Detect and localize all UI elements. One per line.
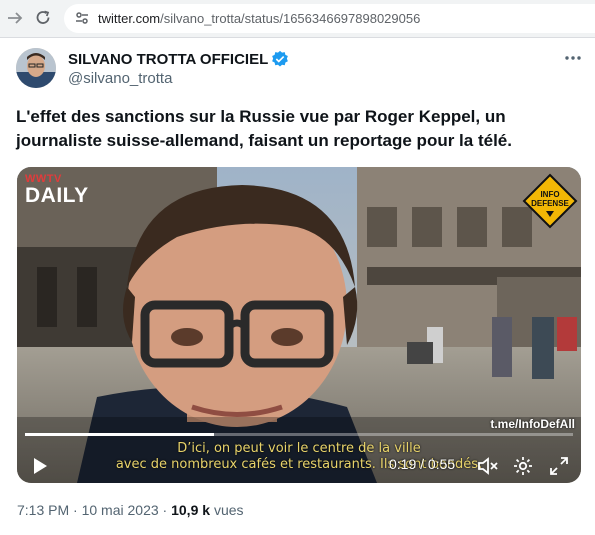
more-icon[interactable] <box>562 51 584 65</box>
browser-toolbar: twitter.com/silvano_trotta/status/165634… <box>0 0 595 38</box>
avatar[interactable] <box>16 48 56 88</box>
play-icon[interactable] <box>29 455 51 477</box>
verified-badge-icon <box>272 50 289 67</box>
meta-separator: · <box>162 502 168 518</box>
muted-speaker-icon[interactable] <box>477 455 499 477</box>
time-display: 0:19 / 0:55 <box>389 456 455 472</box>
progress-bar[interactable] <box>25 433 573 436</box>
fullscreen-icon[interactable] <box>548 455 570 477</box>
progress-fill <box>25 433 215 436</box>
arrow-right-icon[interactable] <box>4 7 26 29</box>
reload-icon[interactable] <box>32 7 54 29</box>
info-defense-badge: INFO DEFENSE <box>522 173 578 229</box>
author-handle[interactable]: @silvano_trotta <box>68 70 172 87</box>
url-path: /silvano_trotta/status/16563466978980290… <box>160 11 421 26</box>
url-text[interactable]: twitter.com/silvano_trotta/status/165634… <box>98 11 420 26</box>
tweet-date[interactable]: 10 mai 2023 <box>82 502 159 518</box>
channel-logo: WWTV DAILY <box>25 173 89 207</box>
badge-line1: INFO <box>540 190 560 199</box>
logo-big-text: DAILY <box>25 184 89 207</box>
site-info-icon[interactable] <box>74 10 90 31</box>
watermark: t.me/InfoDefAll <box>490 417 575 431</box>
time-separator: / <box>420 456 425 472</box>
author-name-row[interactable]: SILVANO TROTTA OFFICIEL <box>68 50 289 68</box>
tweet-meta: 7:13 PM · 10 mai 2023 · 10,9 k vues <box>17 502 244 518</box>
url-host: twitter.com <box>98 11 161 26</box>
badge-line2: DEFENSE <box>531 199 569 208</box>
views-label: vues <box>213 502 244 518</box>
tweet-text: L'effet des sanctions sur la Russie vue … <box>16 107 512 150</box>
video-controls: 0:19 / 0:55 <box>17 447 581 483</box>
gear-icon[interactable] <box>512 455 534 477</box>
meta-separator: · <box>73 502 78 518</box>
tweet-time[interactable]: 7:13 PM <box>17 502 69 518</box>
duration: 0:55 <box>427 456 456 472</box>
address-bar[interactable]: twitter.com/silvano_trotta/status/165634… <box>64 4 595 33</box>
display-name[interactable]: SILVANO TROTTA OFFICIEL <box>68 51 268 68</box>
video-player[interactable]: WWTV DAILY INFO DEFENSE t.me/InfoDefAll … <box>17 167 581 483</box>
current-time: 0:19 <box>389 456 417 472</box>
views-count: 10,9 k <box>171 502 211 518</box>
